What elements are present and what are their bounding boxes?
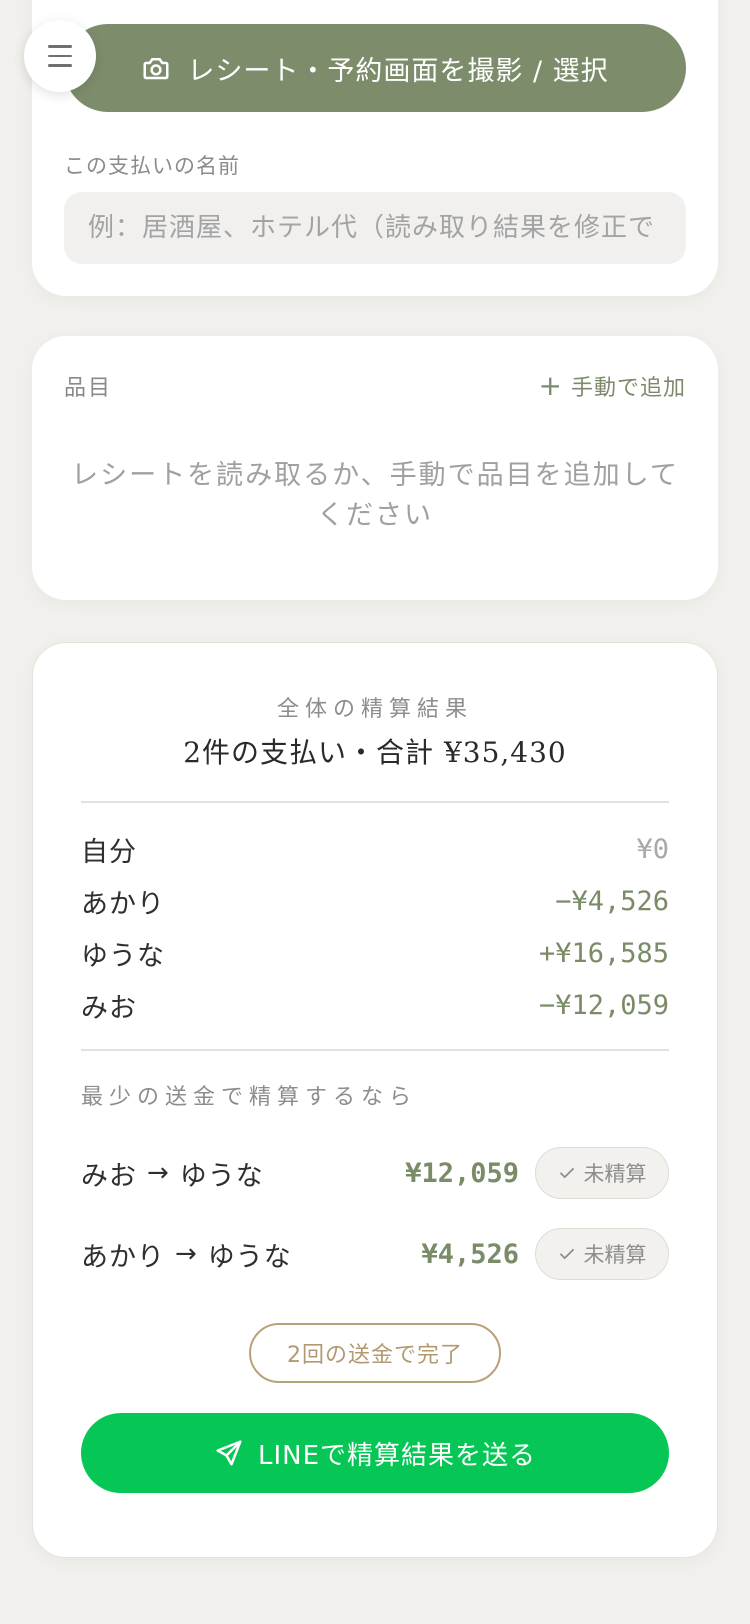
balance-amount: +¥16,585 [538,937,669,969]
divider [81,801,669,803]
divider [81,1049,669,1051]
balance-row: 自分 ¥0 [81,829,669,869]
balance-name: あかり [81,888,165,920]
check-icon [559,1248,574,1260]
arrow-right-icon: → [147,1158,170,1188]
balance-name: みお [81,992,137,1024]
menu-button[interactable] [24,20,96,92]
balance-amount: −¥4,526 [555,885,669,917]
plus-icon: + [538,369,563,402]
settle-status: 未精算 [583,1162,647,1186]
transfer-to: ゆうな [207,1241,292,1273]
balance-name: 自分 [81,836,137,868]
items-empty-message: レシートを読み取るか、手動で品目を追加してください [71,460,679,531]
transfer-caption: 最少の送金で精算するなら [81,1085,418,1110]
settlement-summary-card: 全体の精算結果 2件の支払い・合計 ¥35,430 自分 ¥0 あかり −¥4,… [32,642,718,1558]
send-via-line-label: LINEで精算結果を送る [257,1440,537,1471]
transfer-amount: ¥4,526 [421,1238,519,1270]
check-icon [559,1167,574,1179]
add-item-label: 手動で追加 [570,376,686,401]
items-card: 品目 + 手動で追加 レシートを読み取るか、手動で品目を追加してください [32,336,718,600]
items-title: 品目 [64,376,113,401]
transfer-to: ゆうな [179,1160,264,1192]
balance-amount: ¥0 [636,833,669,865]
transfer-parties: みお → ゆうな [81,1154,405,1193]
transfers-count-badge: 2回の送金で完了 [249,1323,501,1383]
transfer-parties: あかり → ゆうな [81,1235,421,1274]
payment-name-label: この支払いの名前 [64,154,240,178]
transfer-row: あかり → ゆうな ¥4,526 未精算 [81,1228,669,1280]
mark-settled-button[interactable]: 未精算 [535,1147,669,1199]
balance-amount: −¥12,059 [538,989,669,1021]
mark-settled-button[interactable]: 未精算 [535,1228,669,1280]
hamburger-menu-icon [48,45,72,48]
transfer-from: みお [81,1160,137,1192]
payment-name-input[interactable] [64,192,686,264]
settle-status: 未精算 [583,1243,647,1267]
balance-name: ゆうな [81,940,165,972]
scan-receipt-button[interactable]: レシート・予約画面を撮影 / 選択 [64,24,686,112]
arrow-right-icon: → [175,1239,198,1269]
camera-icon [143,58,169,80]
transfer-amount: ¥12,059 [405,1157,519,1189]
summary-total: 2件の支払い・合計 ¥35,430 [183,736,567,769]
payment-card: レシート・予約画面を撮影 / 選択 この支払いの名前 [32,0,718,296]
transfer-row: みお → ゆうな ¥12,059 未精算 [81,1147,669,1199]
add-item-manually-button[interactable]: + 手動で追加 [539,370,686,402]
summary-caption: 全体の精算結果 [276,697,473,722]
scan-receipt-label: レシート・予約画面を撮影 / 選択 [187,55,609,87]
balance-row: ゆうな +¥16,585 [81,933,669,973]
transfer-from: あかり [81,1241,165,1273]
send-via-line-button[interactable]: LINEで精算結果を送る [81,1413,669,1493]
balance-row: みお −¥12,059 [81,985,669,1025]
send-icon [216,1440,242,1466]
balance-row: あかり −¥4,526 [81,881,669,921]
